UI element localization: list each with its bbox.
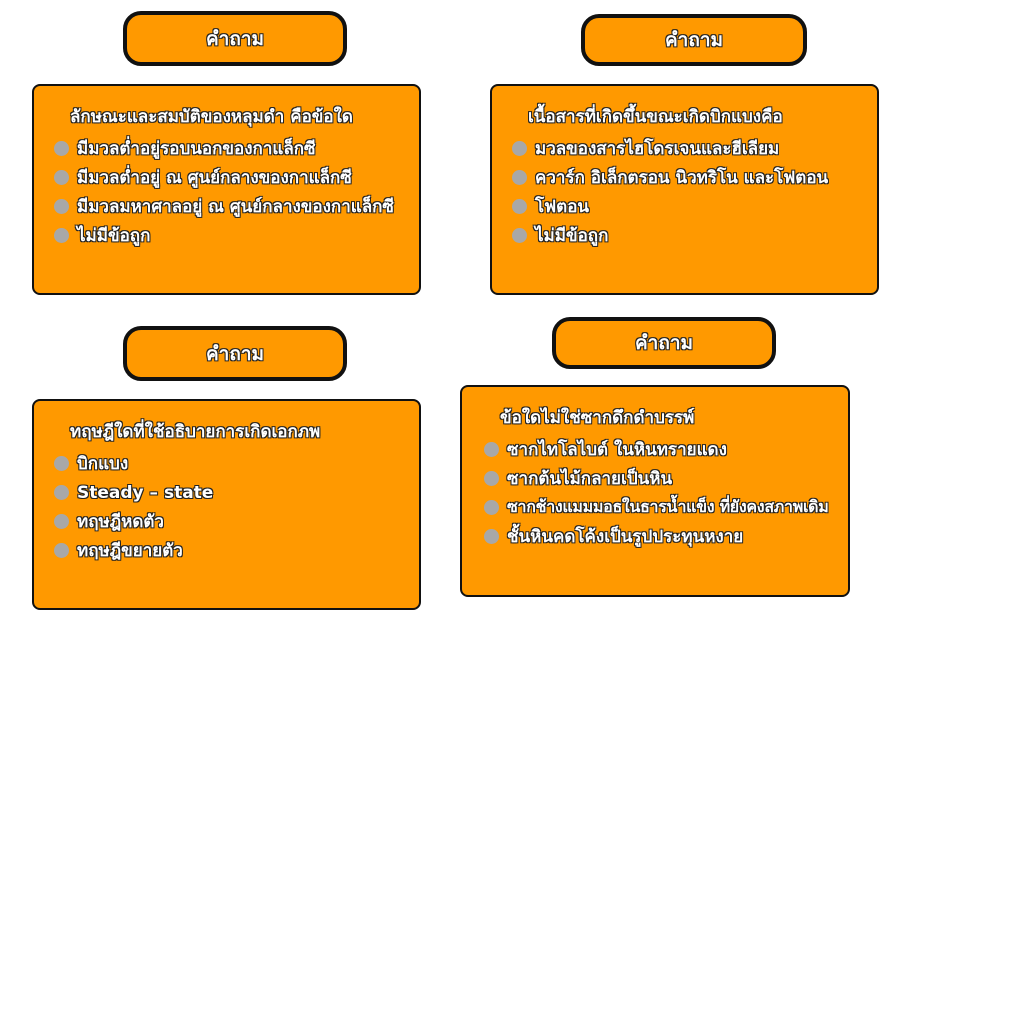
- question-title: คำถาม: [205, 27, 265, 50]
- answer-option-3[interactable]: มีมวลมหาศาลอยู่ ณ ศูนย์กลางของกาแล็กซี: [54, 192, 405, 221]
- answer-option-2[interactable]: ควาร์ก อิเล็กตรอน นิวทริโน และโฟตอน: [512, 163, 863, 192]
- answer-label: ซากต้นไม้กลายเป็นหิน: [507, 469, 673, 489]
- question-title-badge: คำถาม: [123, 326, 347, 381]
- answer-label: ชั้นหินคดโค้งเป็นรูปประทุนหงาย: [507, 527, 744, 547]
- answer-option-2[interactable]: ซากต้นไม้กลายเป็นหิน: [484, 464, 834, 493]
- answer-label: ทฤษฎีขยายตัว: [77, 541, 183, 561]
- answer-label: บิกแบง: [77, 454, 129, 474]
- radio-button[interactable]: [512, 141, 527, 156]
- radio-button[interactable]: [54, 228, 69, 243]
- answer-label: ควาร์ก อิเล็กตรอน นิวทริโน และโฟตอน: [535, 168, 829, 188]
- radio-button[interactable]: [512, 199, 527, 214]
- radio-button[interactable]: [54, 170, 69, 185]
- answer-option-4[interactable]: ไม่มีข้อถูก: [512, 221, 863, 250]
- radio-button[interactable]: [54, 485, 69, 500]
- answer-label: มวลของสารไฮโดรเจนและฮีเลียม: [535, 139, 780, 159]
- answer-label: ซากช้างแมมมอธในธารน้ำแข็ง ที่ยังคงสภาพเด…: [507, 497, 829, 516]
- answer-option-4[interactable]: ไม่มีข้อถูก: [54, 221, 405, 250]
- answer-option-1[interactable]: มีมวลต่ำอยู่รอบนอกของกาแล็กซี: [54, 134, 405, 163]
- radio-button[interactable]: [54, 141, 69, 156]
- question-text: เนื้อสารที่เกิดขึ้นขณะเกิดบิกแบงคือ: [528, 107, 783, 127]
- answer-option-1[interactable]: ซากไทโลไบต์ ในหินทรายแดง: [484, 435, 834, 464]
- question-title-badge: คำถาม: [581, 14, 807, 66]
- answer-label: ทฤษฎีหดตัว: [77, 512, 164, 532]
- radio-button[interactable]: [484, 471, 499, 486]
- question-title: คำถาม: [664, 29, 724, 51]
- question-text: ข้อใดไม่ใช่ซากดึกดำบรรพ์: [500, 408, 695, 428]
- radio-button[interactable]: [512, 228, 527, 243]
- answer-label: ไม่มีข้อถูก: [535, 226, 609, 246]
- radio-button[interactable]: [484, 500, 499, 515]
- question-card: ข้อใดไม่ใช่ซากดึกดำบรรพ์ ซากไทโลไบต์ ในห…: [460, 385, 850, 597]
- question-card: ทฤษฎีใดที่ใช้อธิบายการเกิดเอกภพ บิกแบง S…: [32, 399, 421, 610]
- answer-option-2[interactable]: Steady – state: [54, 478, 405, 507]
- question-title-badge: คำถาม: [552, 317, 776, 369]
- answer-label: ไม่มีข้อถูก: [77, 226, 151, 246]
- answer-option-3[interactable]: ทฤษฎีหดตัว: [54, 507, 405, 536]
- question-title: คำถาม: [205, 342, 265, 365]
- radio-button[interactable]: [512, 170, 527, 185]
- answer-label: มีมวลต่ำอยู่รอบนอกของกาแล็กซี: [77, 139, 316, 159]
- answer-option-1[interactable]: มวลของสารไฮโดรเจนและฮีเลียม: [512, 134, 863, 163]
- answer-option-2[interactable]: มีมวลต่ำอยู่ ณ ศูนย์กลางของกาแล็กซี: [54, 163, 405, 192]
- question-title: คำถาม: [634, 332, 694, 354]
- radio-button[interactable]: [54, 514, 69, 529]
- answer-label: ซากไทโลไบต์ ในหินทรายแดง: [507, 440, 727, 460]
- radio-button[interactable]: [54, 543, 69, 558]
- answer-label: โฟตอน: [535, 197, 590, 217]
- answer-option-3[interactable]: โฟตอน: [512, 192, 863, 221]
- radio-button[interactable]: [484, 529, 499, 544]
- question-text: ลักษณะและสมบัติของหลุมดำ คือข้อใด: [70, 107, 353, 127]
- question-text: ทฤษฎีใดที่ใช้อธิบายการเกิดเอกภพ: [70, 422, 321, 442]
- answer-option-1[interactable]: บิกแบง: [54, 449, 405, 478]
- question-card: เนื้อสารที่เกิดขึ้นขณะเกิดบิกแบงคือ มวลข…: [490, 84, 879, 295]
- answer-option-4[interactable]: ทฤษฎีขยายตัว: [54, 536, 405, 565]
- answer-label: มีมวลมหาศาลอยู่ ณ ศูนย์กลางของกาแล็กซี: [77, 197, 394, 217]
- question-card: ลักษณะและสมบัติของหลุมดำ คือข้อใด มีมวลต…: [32, 84, 421, 295]
- answer-option-3[interactable]: ซากช้างแมมมอธในธารน้ำแข็ง ที่ยังคงสภาพเด…: [484, 493, 834, 522]
- radio-button[interactable]: [54, 456, 69, 471]
- answer-label: มีมวลต่ำอยู่ ณ ศูนย์กลางของกาแล็กซี: [77, 168, 352, 188]
- radio-button[interactable]: [484, 442, 499, 457]
- radio-button[interactable]: [54, 199, 69, 214]
- answer-option-4[interactable]: ชั้นหินคดโค้งเป็นรูปประทุนหงาย: [484, 522, 834, 551]
- question-title-badge: คำถาม: [123, 11, 347, 66]
- answer-label: Steady – state: [77, 482, 214, 503]
